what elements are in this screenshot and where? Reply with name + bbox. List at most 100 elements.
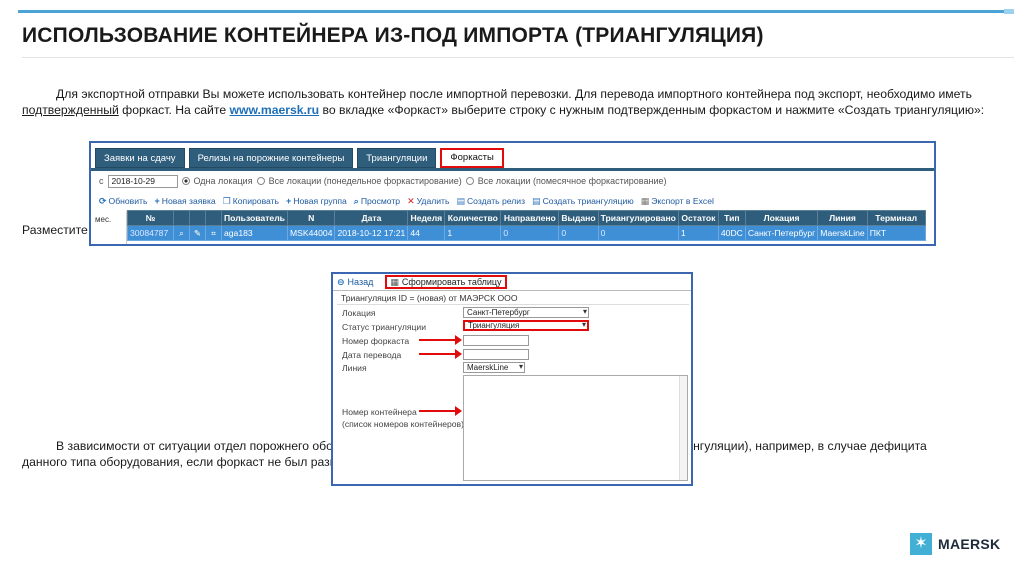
line-select[interactable]: MaerskLine <box>463 362 525 373</box>
refresh-icon: ⟳ <box>99 195 107 206</box>
table-icon: ▦ <box>390 277 399 287</box>
arrow-date <box>419 349 462 359</box>
table-row[interactable]: 30084787 ⌕ ✎ ⌗ aga183 MSK44004 2018-10-1… <box>127 225 926 241</box>
forecast-table: № Пользователь N Дата Неделя Количество … <box>127 210 926 241</box>
cell-terminal: ПКТ <box>866 225 926 241</box>
toolbar: ⟳ Обновить + Новая заявка ❐ Копировать + Нов… <box>99 194 714 208</box>
forecast-number-label: Номер форкаста <box>342 336 410 346</box>
textarea-scrollbar[interactable] <box>679 376 687 480</box>
search-icon: ⌕ <box>353 195 359 206</box>
radio-one-location-label: Одна локация <box>193 176 253 186</box>
edit-icon[interactable]: ✎ <box>189 225 206 241</box>
delete-icon: ✕ <box>407 195 415 206</box>
col-line[interactable]: Линия <box>817 210 868 226</box>
cell-week: 44 <box>407 225 446 241</box>
arrow-forecast <box>419 335 462 345</box>
col-number[interactable]: № <box>127 210 174 226</box>
tab-forecasts[interactable]: Форкасты <box>440 148 504 168</box>
form-divider <box>337 304 689 305</box>
release-icon: ▤ <box>456 195 465 206</box>
radio-all-monthly-label: Все локации (помесячное форкастирование) <box>477 176 667 186</box>
cell-number: 30084787 <box>127 225 174 241</box>
copy-button[interactable]: ❐ Копировать <box>223 196 279 207</box>
make-table-button[interactable]: ▦ Сформировать таблицу <box>385 275 507 289</box>
forecast-screenshot: Заявки на сдачу Релизы на порожние конте… <box>89 141 936 246</box>
col-triangulated[interactable]: Триангулировано <box>597 210 679 226</box>
tab-bar: Заявки на сдачу Релизы на порожние конте… <box>95 148 504 168</box>
col-blank <box>205 210 222 226</box>
location-select[interactable]: Санкт-Петербург <box>463 307 589 318</box>
cell-location: Санкт-Петербург <box>744 225 819 241</box>
col-location[interactable]: Локация <box>744 210 819 226</box>
col-terminal[interactable]: Терминал <box>866 210 926 226</box>
table-header-row: № Пользователь N Дата Неделя Количество … <box>127 210 926 226</box>
new-group-button[interactable]: + Новая группа <box>286 196 347 206</box>
plus-icon: + <box>154 196 160 206</box>
export-excel-button[interactable]: ▦ Экспорт в Excel <box>641 196 714 207</box>
intro-paragraph: Для экспортной отправки Вы можете исполь… <box>22 87 985 117</box>
back-icon[interactable]: ⊖ <box>337 277 345 288</box>
cell-type: 40DC <box>717 225 746 241</box>
transfer-date-label: Дата перевода <box>342 350 402 360</box>
cell-user: aga183 <box>221 225 288 241</box>
status-select[interactable]: Триангуляция <box>463 320 589 331</box>
location-label: Локация <box>342 308 376 318</box>
col-balance[interactable]: Остаток <box>677 210 719 226</box>
col-sent[interactable]: Направлено <box>500 210 560 226</box>
grid-side-panel: мес. <box>93 211 127 244</box>
copy-icon: ❐ <box>222 195 231 206</box>
radio-all-monthly[interactable] <box>465 177 474 185</box>
tab-delivery-requests[interactable]: Заявки на сдачу <box>95 148 185 168</box>
maersk-star-icon: ✶ <box>910 533 932 555</box>
attach-icon[interactable]: ⌗ <box>205 225 222 241</box>
cell-date: 2018-10-12 17:21 <box>334 225 409 241</box>
form-subtitle: Триангуляция ID = (новая) от МАЭРСК ООО <box>341 293 518 303</box>
excel-icon: ▦ <box>640 195 650 206</box>
cell-balance: 1 <box>677 225 719 241</box>
form-toolbar: ⊖ Назад ▦ Сформировать таблицу <box>333 274 691 291</box>
cell-issued: 0 <box>558 225 599 241</box>
new-request-button[interactable]: + Новая заявка <box>154 196 215 206</box>
col-week[interactable]: Неделя <box>407 210 446 226</box>
arrow-container <box>419 406 462 416</box>
slide-title: ИСПОЛЬЗОВАНИЕ КОНТЕЙНЕРА ИЗ-ПОД ИМПОРТА … <box>22 24 764 47</box>
cell-quantity: 1 <box>444 225 502 241</box>
forecast-number-input[interactable] <box>463 335 529 346</box>
top-accent-bar <box>18 10 1014 13</box>
cell-sent: 0 <box>500 225 560 241</box>
cell-line: MaerskLine <box>817 225 868 241</box>
delete-button[interactable]: ✕ Удалить <box>407 196 449 207</box>
radio-all-weekly[interactable] <box>256 177 265 185</box>
col-quantity[interactable]: Количество <box>444 210 502 226</box>
refresh-button[interactable]: ⟳ Обновить <box>99 196 147 207</box>
maersk-logo: ✶ MAERSK <box>910 533 1000 555</box>
tab-empty-releases[interactable]: Релизы на порожние контейнеры <box>188 148 354 168</box>
view-button[interactable]: ⌕ Просмотр <box>354 196 400 207</box>
transfer-date-input[interactable] <box>463 349 529 360</box>
search-icon[interactable]: ⌕ <box>173 225 190 241</box>
container-list-textarea[interactable] <box>463 375 688 481</box>
col-type[interactable]: Тип <box>717 210 746 226</box>
col-issued[interactable]: Выдано <box>558 210 599 226</box>
create-release-button[interactable]: ▤ Создать релиз <box>456 196 525 207</box>
tab-triangulations[interactable]: Триангуляции <box>357 148 437 168</box>
triangulation-icon: ▤ <box>532 195 541 206</box>
top-accent-bar-end <box>1004 9 1014 14</box>
col-n[interactable]: N <box>286 210 336 226</box>
tab-strip <box>91 168 934 171</box>
back-button[interactable]: Назад <box>348 277 374 287</box>
container-number-hint: (список номеров контейнеров) <box>342 419 464 429</box>
col-blank <box>173 210 190 226</box>
date-input[interactable]: 2018-10-29 <box>107 174 178 188</box>
container-number-label: Номер контейнера <box>342 407 417 417</box>
title-divider <box>22 57 1014 58</box>
col-user[interactable]: Пользователь <box>221 210 288 226</box>
maersk-link[interactable]: www.maersk.ru <box>229 103 319 117</box>
create-triangulation-button[interactable]: ▤ Создать триангуляцию <box>532 196 634 207</box>
status-label: Статус триангуляции <box>342 322 427 332</box>
triangulation-form-screenshot: ⊖ Назад ▦ Сформировать таблицу Триангуля… <box>331 272 693 486</box>
plus-icon: + <box>286 196 292 206</box>
filter-row: с 2018-10-29 Одна локация Все локации (п… <box>99 174 666 188</box>
radio-one-location[interactable] <box>181 177 190 185</box>
col-date[interactable]: Дата <box>334 210 409 226</box>
